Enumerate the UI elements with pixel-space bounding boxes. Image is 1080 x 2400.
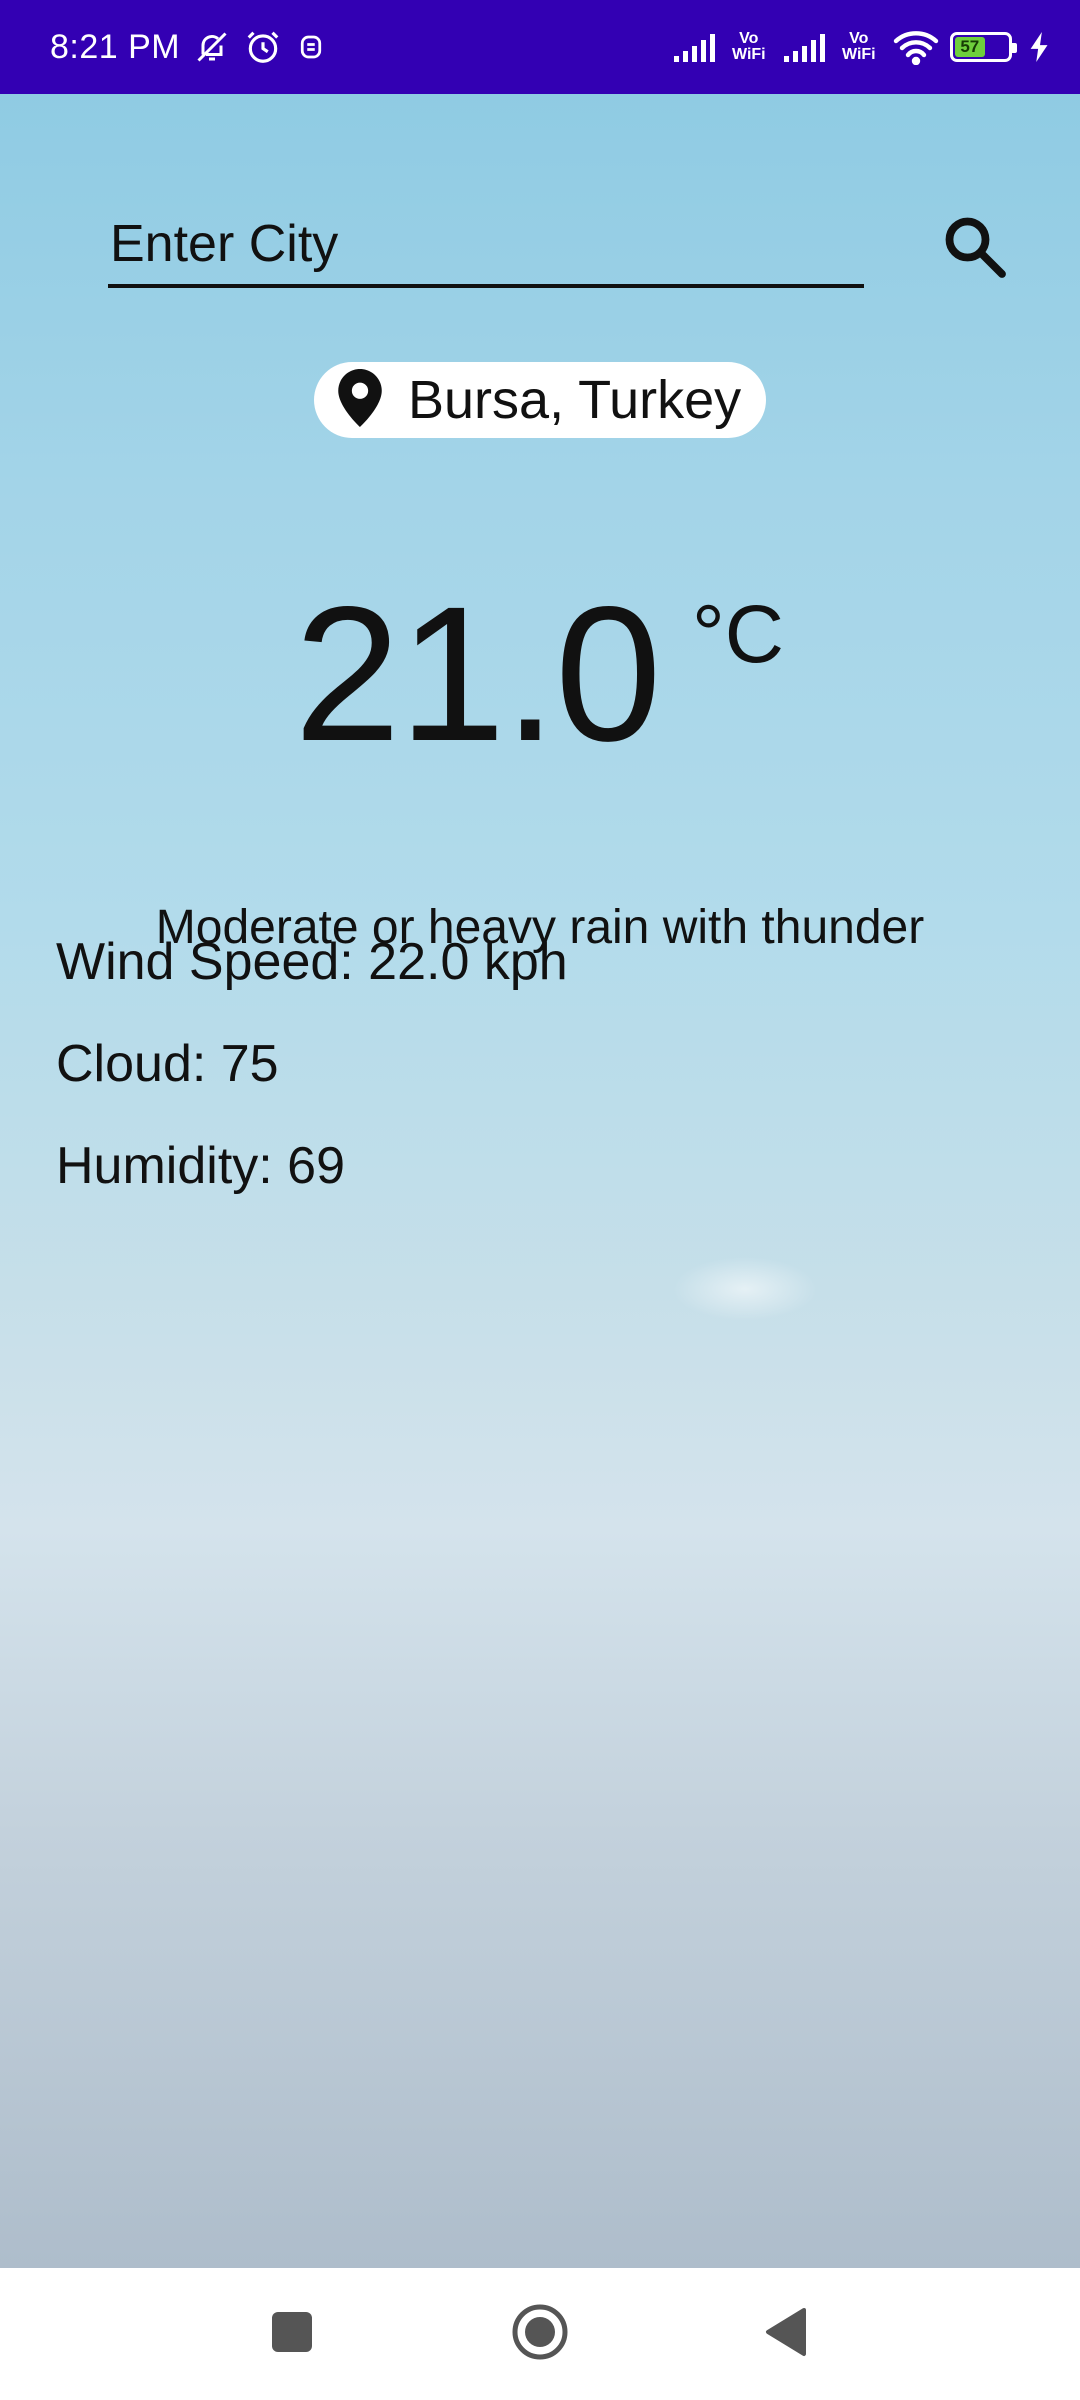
temperature-unit: °C: [692, 589, 785, 680]
status-right: Vo WiFi Vo WiFi 57: [672, 29, 1050, 65]
vowifi-icon: Vo WiFi: [842, 30, 876, 63]
status-left: 8:21 PM: [50, 28, 326, 67]
location-badge: Bursa, Turkey: [314, 362, 766, 438]
temperature-display: 21.0 °C: [0, 574, 1080, 774]
vowifi-icon: Vo WiFi: [732, 30, 766, 63]
navigation-bar: [0, 2268, 1080, 2400]
cloud-cover: Cloud: 75: [56, 1035, 279, 1093]
charging-icon: [1030, 32, 1050, 62]
status-bar: 8:21 PM Vo WiFi Vo WiFi 57: [0, 0, 1080, 94]
location-pin-icon: [338, 368, 382, 432]
search-button[interactable]: [930, 204, 1020, 294]
home-icon: [511, 2303, 569, 2366]
battery-icon: 57: [950, 32, 1017, 62]
wifi-icon: [892, 29, 940, 65]
temperature-value: 21.0: [294, 566, 662, 781]
weather-screen: Bursa, Turkey 21.0 °C Moderate or heavy …: [0, 94, 1080, 2268]
back-icon: [764, 2307, 808, 2362]
wind-speed: Wind Speed: 22.0 kph: [56, 933, 568, 991]
location-label: Bursa, Turkey: [408, 370, 742, 430]
alarm-icon: [244, 28, 282, 66]
recents-icon: [270, 2310, 314, 2359]
status-time: 8:21 PM: [50, 27, 181, 66]
shield-icon: [296, 30, 326, 64]
signal-icon: [672, 30, 722, 64]
search-icon: [939, 211, 1011, 288]
city-input-container: [108, 204, 864, 288]
recents-button[interactable]: [232, 2268, 352, 2400]
back-button[interactable]: [726, 2268, 846, 2400]
signal-icon: [782, 30, 832, 64]
city-input[interactable]: [108, 204, 864, 284]
home-button[interactable]: [480, 2268, 600, 2400]
battery-level: 57: [955, 37, 985, 57]
humidity: Humidity: 69: [56, 1137, 345, 1195]
mute-bell-icon: [194, 29, 230, 65]
